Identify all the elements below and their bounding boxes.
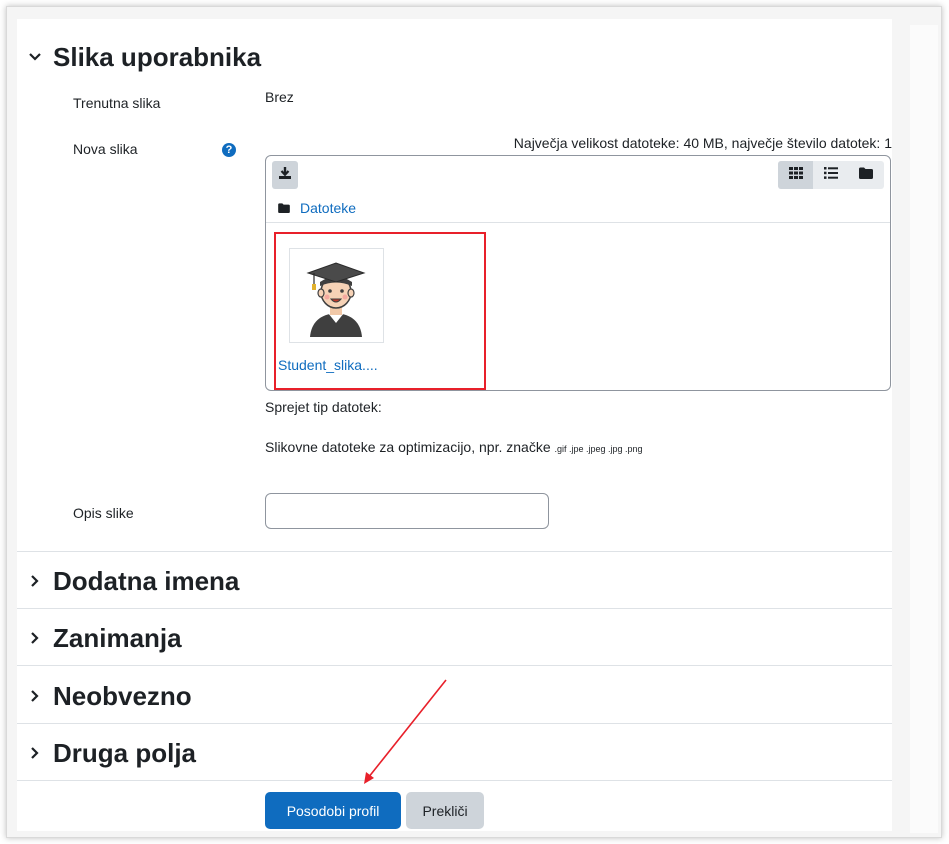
accepted-types-text: Slikovne datoteke za optimizacijo, npr. … xyxy=(265,439,551,455)
right-pane xyxy=(910,25,938,833)
folder-link[interactable]: Datoteke xyxy=(300,200,356,216)
description-label: Opis slike xyxy=(73,505,134,521)
cancel-button[interactable]: Prekliči xyxy=(406,792,484,829)
tree-view-button[interactable] xyxy=(849,161,884,189)
section-header-optional[interactable]: Neobvezno xyxy=(17,680,892,712)
accepted-types-description: Slikovne datoteke za optimizacijo, npr. … xyxy=(265,439,643,455)
divider xyxy=(17,665,892,666)
student-avatar-image xyxy=(306,262,366,337)
question-circle-icon[interactable]: ? xyxy=(222,143,236,157)
file-thumbnail[interactable] xyxy=(289,248,384,343)
grid-view-button[interactable] xyxy=(778,161,814,189)
chevron-right-icon xyxy=(17,631,53,645)
section-title: Zanimanja xyxy=(53,622,182,653)
download-icon xyxy=(278,166,292,185)
accepted-types-extensions: .gif .jpe .jpeg .jpg .png xyxy=(554,444,643,454)
profile-form: Slika uporabnika Trenutna slika Brez Nov… xyxy=(17,19,892,831)
description-input[interactable] xyxy=(265,493,549,529)
section-header-other-fields[interactable]: Druga polja xyxy=(17,737,892,769)
section-header-interests[interactable]: Zanimanja xyxy=(17,622,892,654)
folder-icon xyxy=(278,203,290,213)
folder-path: Datoteke xyxy=(266,194,890,223)
section-title: Neobvezno xyxy=(53,680,192,711)
chevron-right-icon xyxy=(17,574,53,588)
chevron-down-icon xyxy=(17,50,53,64)
folder-view-icon xyxy=(859,166,874,184)
max-file-info: Največja velikost datoteke: 40 MB, najve… xyxy=(513,135,892,151)
section-title: Druga polja xyxy=(53,737,197,768)
divider xyxy=(17,723,892,724)
current-picture-label: Trenutna slika xyxy=(73,95,161,111)
divider xyxy=(17,608,892,609)
accepted-types-label: Sprejet tip datotek: xyxy=(265,399,382,415)
list-view-icon xyxy=(823,166,838,184)
file-name-link[interactable]: Student_slika.... xyxy=(278,357,378,373)
chevron-right-icon xyxy=(17,746,53,760)
new-picture-label: Nova slika xyxy=(73,141,138,157)
file-manager: Datoteke Student_slika.... xyxy=(265,155,891,391)
divider xyxy=(17,551,892,552)
list-view-button[interactable] xyxy=(813,161,848,189)
section-title: Slika uporabnika xyxy=(53,41,262,72)
update-profile-button[interactable]: Posodobi profil xyxy=(265,792,401,829)
download-button[interactable] xyxy=(272,161,298,189)
file-manager-toolbar xyxy=(266,156,890,194)
screenshot-frame: Slika uporabnika Trenutna slika Brez Nov… xyxy=(6,6,942,838)
section-title: Dodatna imena xyxy=(53,565,240,596)
section-header-additional-names[interactable]: Dodatna imena xyxy=(17,565,892,597)
chevron-right-icon xyxy=(17,689,53,703)
current-picture-value: Brez xyxy=(265,89,294,105)
uploaded-file[interactable]: Student_slika.... xyxy=(274,232,486,390)
divider xyxy=(17,780,892,781)
grid-view-icon xyxy=(788,166,803,184)
view-mode-group xyxy=(778,161,884,189)
section-header-user-picture[interactable]: Slika uporabnika xyxy=(17,41,892,73)
